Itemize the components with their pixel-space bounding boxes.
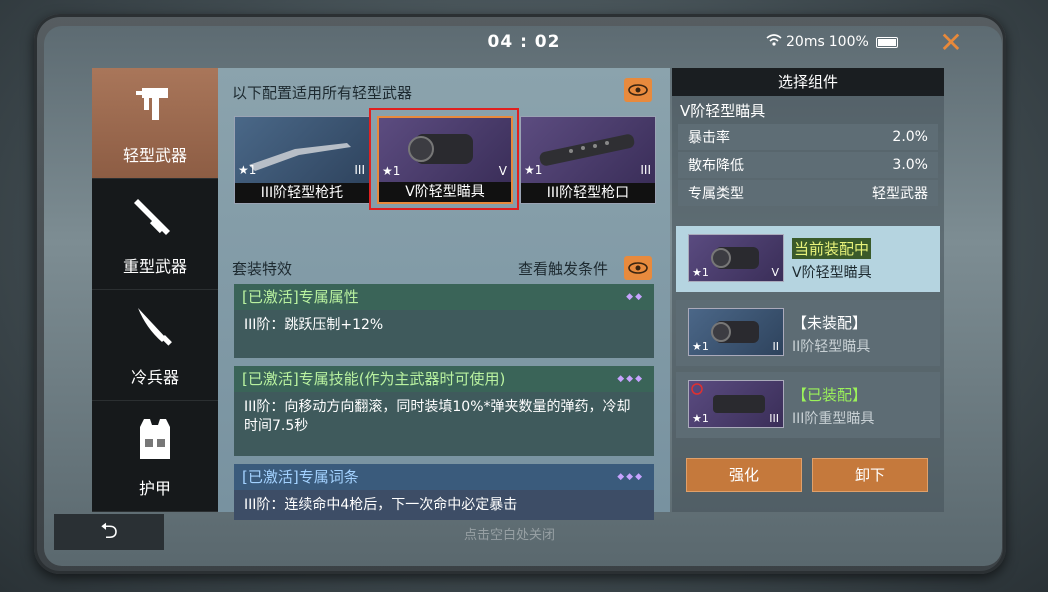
card-label: III阶轻型枪托 [235,183,369,203]
status-bar: 04 : 02 20ms 100% ✕ [44,26,1002,66]
equip-status: 当前装配中 [792,238,872,259]
nav-item-melee[interactable]: 冷兵器 [92,290,218,401]
screen: 04 : 02 20ms 100% ✕ 轻型武器 重型武器 冷兵器 护甲 以下配… [44,26,1002,566]
stat-row: 暴击率 2.0% [678,124,938,150]
battery-icon [875,36,898,48]
bottom-bar: ⮌ 点击空白处关闭 [44,512,1002,552]
component-item-name: II阶轻型瞄具 [792,339,871,355]
stat-value: 2.0% [892,129,928,145]
upgrade-button[interactable]: 强化 [686,458,802,492]
tier-badge: II [772,340,780,353]
set-effect-title: 套装特效 [232,260,293,278]
effect-desc: III阶：向移动方向翻滚，同时装填10%*弹夹数量的弹药，冷却时间7.5秒 [244,399,631,434]
stat-value: 3.0% [892,157,928,173]
knife-icon [138,308,172,346]
card-label: III阶轻型枪口 [521,183,655,203]
status-indicators: 20ms 100% [766,34,898,50]
attachment-card-stock[interactable]: ★1 III III阶轻型枪托 [234,116,370,204]
star-level: ★1 [238,163,257,177]
effect-block: [已激活]专属属性 ◆◆ III阶：跳跃压制+12% [234,284,654,358]
effect-header: [已激活]专属词条 ◆◆◆ [234,464,654,490]
attachment-cards: ★1 III III阶轻型枪托 ★1 V V阶轻型瞄具 ★1 III III阶轻… [234,108,658,210]
stat-row: 散布降低 3.0% [678,152,938,178]
eye-icon[interactable] [624,256,652,280]
effect-block: [已激活]专属技能(作为主武器时可使用) ◆◆◆ III阶：向移动方向翻滚，同时… [234,366,654,456]
effect-header: [已激活]专属属性 ◆◆ [234,284,654,310]
star-level: ★1 [692,266,709,279]
smg-icon [136,88,168,120]
effect-desc: III阶：跳跃压制+12% [244,317,384,333]
tier-badge: III [354,163,365,177]
component-panel: 选择组件 V阶轻型瞄具 暴击率 2.0% 散布降低 3.0% 专属类型 轻型武器… [672,68,944,512]
star-level: ★1 [692,412,709,425]
battery-percent: 100% [828,34,869,50]
tier-badge: V [771,266,779,279]
launcher-icon [134,199,170,235]
stats-list: 暴击率 2.0% 散布降低 3.0% 专属类型 轻型武器 [678,124,938,206]
diamond-icon: ◆◆◆ [617,472,644,482]
effect-header: [已激活]专属技能(作为主武器时可使用) ◆◆◆ [234,366,654,392]
stat-row: 专属类型 轻型武器 [678,180,938,206]
tier-badge: III [640,163,651,177]
back-arrow-icon[interactable]: ⮌ [54,514,164,550]
equip-status: 【未装配】 [792,314,868,332]
component-item-name: III阶重型瞄具 [792,411,875,427]
diamond-icon: ◆◆◆ [617,374,644,384]
eye-icon[interactable] [624,78,652,102]
close-hint[interactable]: 点击空白处关闭 [464,524,555,543]
component-item-name: V阶轻型瞄具 [792,265,872,281]
category-nav: 轻型武器 重型武器 冷兵器 护甲 [92,68,218,512]
selected-outline [369,108,519,210]
component-item[interactable]: ★1 II 【未装配】 II阶轻型瞄具 [676,300,940,366]
apply-text: 以下配置适用所有轻型武器 [232,84,413,102]
view-trigger-link[interactable]: 查看触发条件 [518,258,608,279]
scope-thumbnail: ★1 V [688,234,784,282]
wifi-icon [766,34,782,50]
scope-thumbnail: ★1 II [688,308,784,356]
network-latency: 20ms [786,34,825,50]
nav-item-heavy-weapons[interactable]: 重型武器 [92,179,218,290]
attachment-card-muzzle[interactable]: ★1 III III阶轻型枪口 [520,116,656,204]
star-level: ★1 [524,163,543,177]
effect-title: [已激活]专属词条 [242,468,359,486]
nav-item-armor[interactable]: 护甲 [92,401,218,512]
config-panel: 以下配置适用所有轻型武器 ★1 III III阶轻型枪托 ★1 V V阶轻型瞄具… [218,68,670,520]
component-name: V阶轻型瞄具 [680,102,766,120]
stat-label: 专属类型 [688,186,744,202]
nav-label: 冷兵器 [130,368,179,387]
star-level: ★1 [692,340,709,353]
equip-status: 【已装配】 [792,386,868,404]
panel-title: 选择组件 [672,68,944,96]
nav-label: 护甲 [138,479,171,498]
nav-label: 轻型武器 [122,146,187,165]
tier-badge: III [769,412,779,425]
nav-item-light-weapons[interactable]: 轻型武器 [92,68,218,179]
vest-icon [140,419,170,459]
close-icon[interactable]: ✕ [936,28,966,58]
component-item[interactable]: ★1 III 【已装配】 III阶重型瞄具 [676,372,940,438]
unequip-button[interactable]: 卸下 [812,458,928,492]
clock: 04 : 02 [487,32,561,52]
nav-label: 重型武器 [122,257,187,276]
stat-label: 暴击率 [688,130,730,146]
effect-title: [已激活]专属技能(作为主武器时可使用) [242,370,506,388]
component-item-current[interactable]: ★1 V 当前装配中 V阶轻型瞄具 [676,226,940,292]
scope-thumbnail: ★1 III [688,380,784,428]
stat-label: 散布降低 [688,158,744,174]
stat-value: 轻型武器 [872,186,928,202]
effect-title: [已激活]专属属性 [242,288,359,306]
diamond-icon: ◆◆ [626,292,644,302]
